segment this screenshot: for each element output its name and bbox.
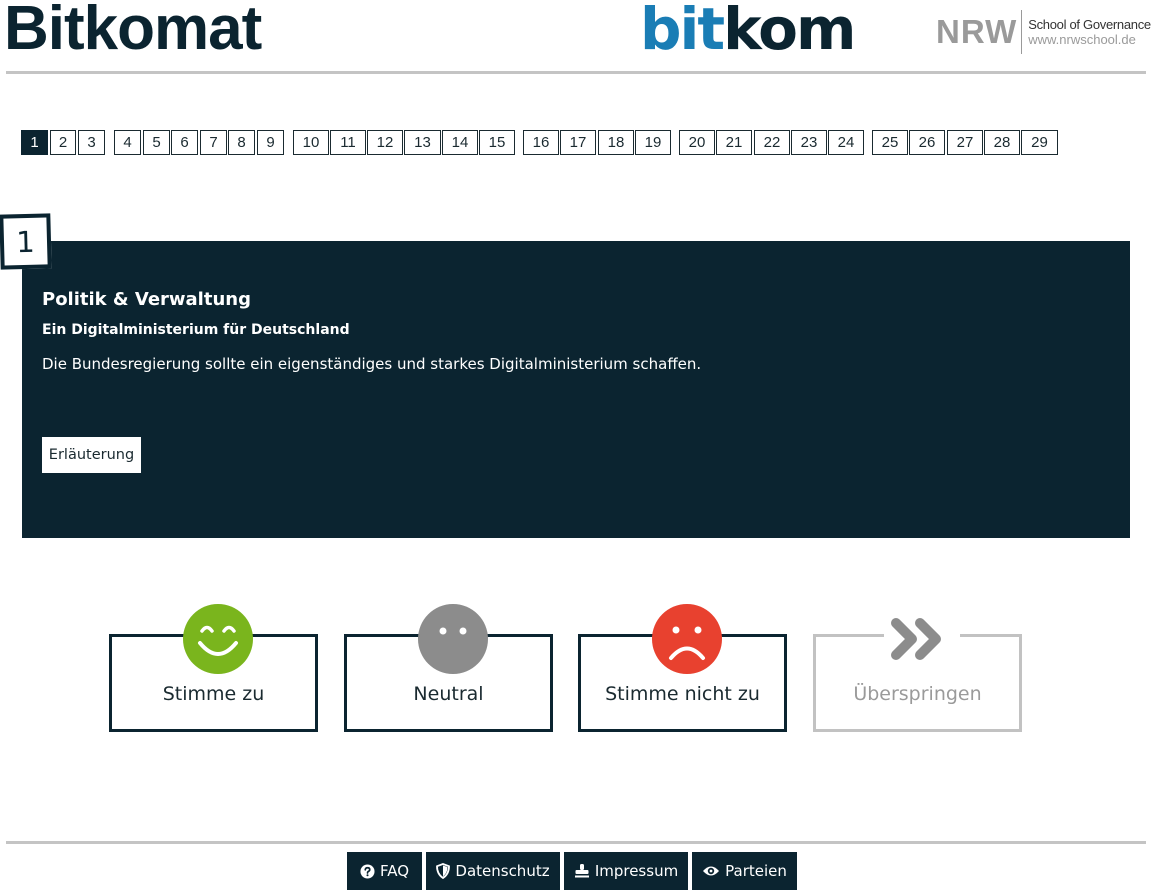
agree-label: Stimme zu — [162, 683, 265, 705]
question-text: Die Bundesregierung sollte ein eigenstän… — [42, 355, 702, 373]
page-button-29[interactable]: 29 — [1021, 130, 1058, 155]
question-category: Politik & Verwaltung — [42, 289, 251, 310]
page-button-26[interactable]: 26 — [909, 130, 945, 155]
page-button-2[interactable]: 2 — [50, 130, 76, 155]
page-button-27[interactable]: 27 — [947, 130, 983, 155]
page-button-3[interactable]: 3 — [78, 130, 105, 155]
question-card: Politik & Verwaltung Ein Digitalminister… — [22, 241, 1130, 538]
question-title: Ein Digitalministerium für Deutschland — [42, 322, 350, 338]
page-button-7[interactable]: 7 — [200, 130, 227, 155]
page-button-19[interactable]: 19 — [635, 130, 671, 155]
page-button-13[interactable]: 13 — [404, 130, 441, 155]
page-button-9[interactable]: 9 — [257, 130, 284, 155]
page-button-28[interactable]: 28 — [984, 130, 1020, 155]
imprint-label: Impressum — [594, 862, 679, 880]
bitkom-logo-kom: kom — [723, 0, 856, 63]
eye-icon — [703, 866, 720, 876]
page-button-16[interactable]: 16 — [523, 130, 559, 155]
nrw-url: www.nrwschool.de — [1028, 32, 1136, 47]
faq-label: FAQ — [379, 862, 410, 880]
page-button-18[interactable]: 18 — [598, 130, 634, 155]
page-button-14[interactable]: 14 — [442, 130, 478, 155]
question-number-badge: 1 — [0, 213, 52, 270]
header-divider — [6, 71, 1146, 74]
nrw-abbr: NRW — [936, 13, 1018, 50]
nrw-divider — [1021, 10, 1023, 54]
privacy-button[interactable]: Datenschutz — [426, 852, 560, 890]
page-button-11[interactable]: 11 — [330, 130, 366, 155]
page-button-10[interactable]: 10 — [293, 130, 329, 155]
page-button-17[interactable]: 17 — [560, 130, 596, 155]
page-button-5[interactable]: 5 — [143, 130, 170, 155]
parties-label: Parteien — [725, 862, 787, 880]
agree-button[interactable]: Stimme zu — [109, 604, 318, 732]
imprint-button[interactable]: Impressum — [564, 852, 688, 890]
skip-label: Überspringen — [853, 683, 982, 705]
skip-button[interactable]: Überspringen — [813, 601, 1022, 732]
happy-face-icon — [183, 604, 253, 674]
neutral-button[interactable]: Neutral — [344, 604, 553, 732]
nrw-school-logo[interactable]: NRW School of Governance www.nrwschool.d… — [936, 10, 1151, 54]
page-button-12[interactable]: 12 — [367, 130, 403, 155]
neutral-label: Neutral — [413, 683, 484, 705]
sad-face-icon — [652, 604, 722, 674]
app-title: Bitkomat — [4, 0, 262, 63]
page-button-6[interactable]: 6 — [171, 130, 198, 155]
shield-icon — [436, 863, 451, 879]
explanation-button[interactable]: Erläuterung — [42, 437, 141, 473]
page-button-23[interactable]: 23 — [791, 130, 827, 155]
question-circle-icon — [360, 863, 375, 879]
page-button-15[interactable]: 15 — [479, 130, 515, 155]
page-button-22[interactable]: 22 — [754, 130, 790, 155]
page-button-8[interactable]: 8 — [228, 130, 255, 155]
page-button-4[interactable]: 4 — [114, 130, 141, 155]
footer-divider — [6, 841, 1146, 844]
page-button-21[interactable]: 21 — [716, 130, 752, 155]
double-chevron-right-icon — [884, 601, 960, 677]
page-button-24[interactable]: 24 — [828, 130, 864, 155]
page-button-25[interactable]: 25 — [872, 130, 908, 155]
stamp-icon — [574, 864, 589, 878]
nrw-title: School of Governance — [1028, 17, 1151, 32]
neutral-face-icon — [418, 604, 488, 674]
faq-button[interactable]: FAQ — [347, 852, 422, 890]
disagree-button[interactable]: Stimme nicht zu — [578, 604, 787, 732]
parties-button[interactable]: Parteien — [692, 852, 797, 890]
page-button-1[interactable]: 1 — [21, 130, 48, 155]
disagree-label: Stimme nicht zu — [605, 683, 760, 705]
bitkom-logo[interactable]: bitkom — [640, 0, 856, 64]
privacy-label: Datenschutz — [455, 862, 550, 880]
page-button-20[interactable]: 20 — [679, 130, 715, 155]
bitkom-logo-bit: bit — [640, 0, 725, 63]
